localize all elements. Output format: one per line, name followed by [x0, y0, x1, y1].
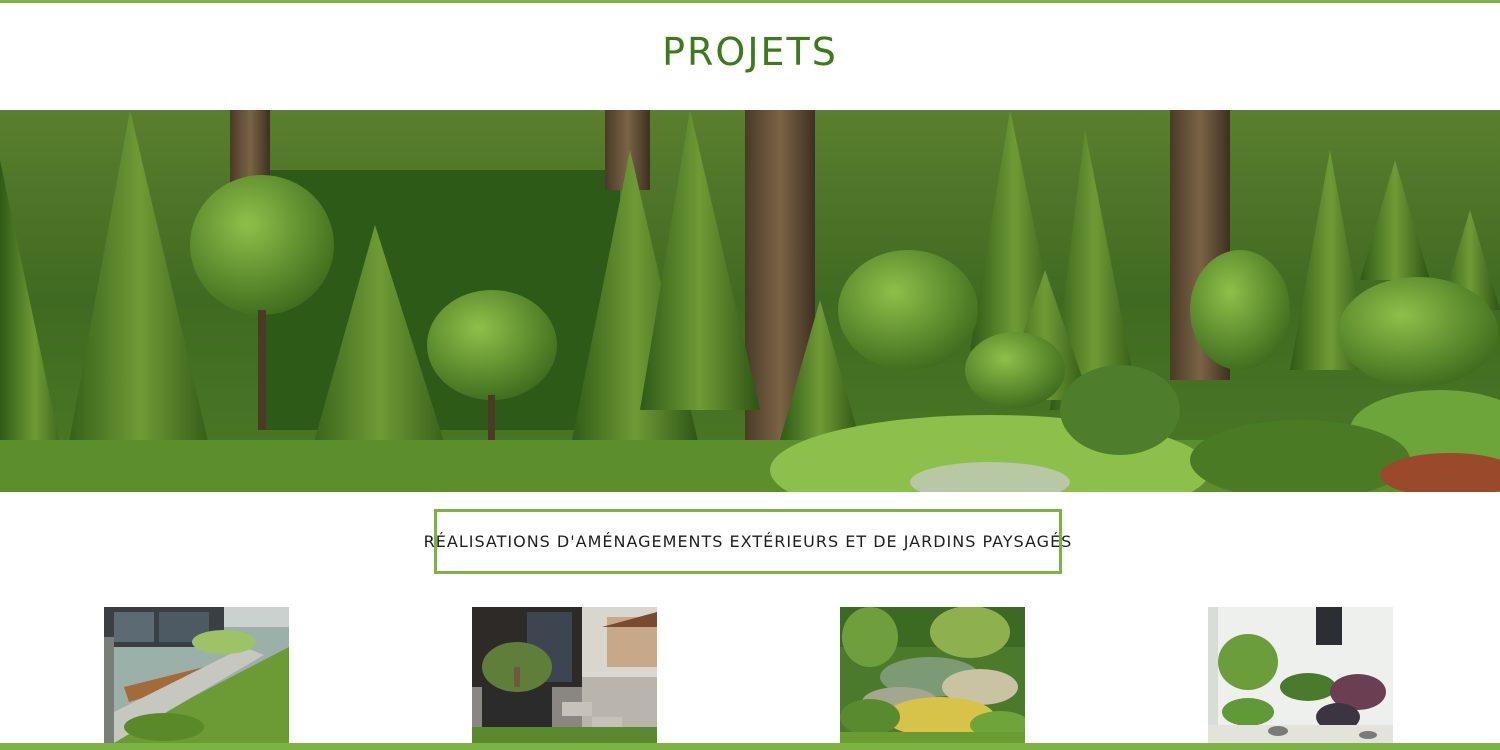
- subtitle-text: Réalisations d'aménagements extérieurs e…: [423, 532, 1073, 551]
- subtitle-banner: Réalisations d'aménagements extérieurs e…: [424, 509, 1071, 574]
- top-accent-line: [0, 0, 1500, 3]
- hero-garden-image: [0, 110, 1500, 492]
- project-thumbnail-3[interactable]: [840, 607, 1025, 743]
- page-title: Projets: [662, 30, 838, 74]
- project-thumbnail-2[interactable]: [472, 607, 657, 743]
- project-thumbnail-4[interactable]: [1208, 607, 1393, 743]
- bottom-accent-line: [0, 743, 1500, 750]
- project-thumbnail-1[interactable]: [104, 607, 289, 743]
